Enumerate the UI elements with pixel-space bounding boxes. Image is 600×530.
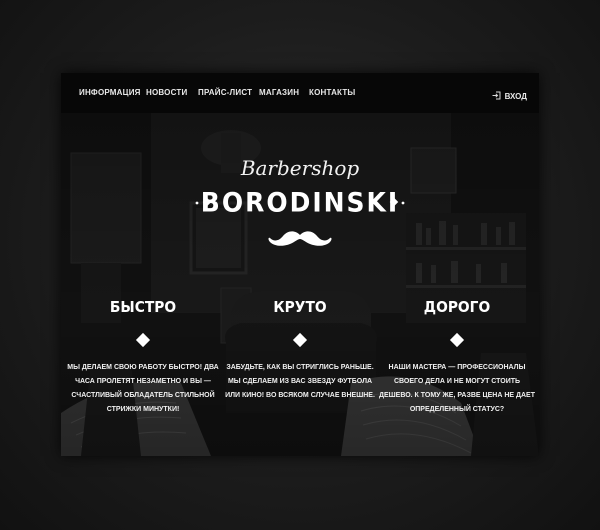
- feature-title-expensive: ДОРОГО: [423, 298, 491, 316]
- feature-text-fast: МЫ ДЕЛАЕМ СВОЮ РАБОТУ БЫСТРО! ДВА ЧАСА П…: [67, 364, 219, 413]
- nav-item-contacts[interactable]: КОНТАКТЫ: [309, 88, 355, 97]
- nav-item-price-list[interactable]: ПРАЙС-ЛИСТ: [198, 88, 252, 97]
- login-icon: [492, 87, 501, 105]
- brand-name: BORODINSKI: [200, 187, 400, 218]
- nav-item-news[interactable]: НОВОСТИ: [146, 88, 187, 97]
- feature-text-cool: ЗАБУДЬТЕ, КАК ВЫ СТРИГЛИСЬ РАНЬШЕ. МЫ СД…: [225, 364, 375, 399]
- login-label: ВХОД: [504, 91, 527, 101]
- feature-title-cool: КРУТО: [273, 298, 327, 316]
- mustache-icon: [268, 231, 332, 246]
- nav-item-shop[interactable]: МАГАЗИН: [259, 88, 299, 97]
- nav-item-information[interactable]: ИНФОРМАЦИЯ: [79, 88, 141, 97]
- brand-right-ornament: [389, 198, 405, 207]
- hero-section: Barbershop BORODINSKI БЫСТРО КРУТО ДОРОГ…: [61, 113, 539, 456]
- top-navigation: ИНФОРМАЦИЯ НОВОСТИ ПРАЙС-ЛИСТ МАГАЗИН КО…: [61, 73, 539, 113]
- hero-script-title: Barbershop: [240, 156, 360, 180]
- login-button[interactable]: ВХОД: [492, 87, 527, 105]
- site-window: ИНФОРМАЦИЯ НОВОСТИ ПРАЙС-ЛИСТ МАГАЗИН КО…: [61, 73, 539, 456]
- brand-row: BORODINSKI: [61, 187, 539, 218]
- feature-text-expensive: НАШИ МАСТЕРА — ПРОФЕССИОНАЛЫ СВОЕГО ДЕЛА…: [378, 364, 535, 413]
- feature-title-fast: БЫСТРО: [109, 298, 177, 316]
